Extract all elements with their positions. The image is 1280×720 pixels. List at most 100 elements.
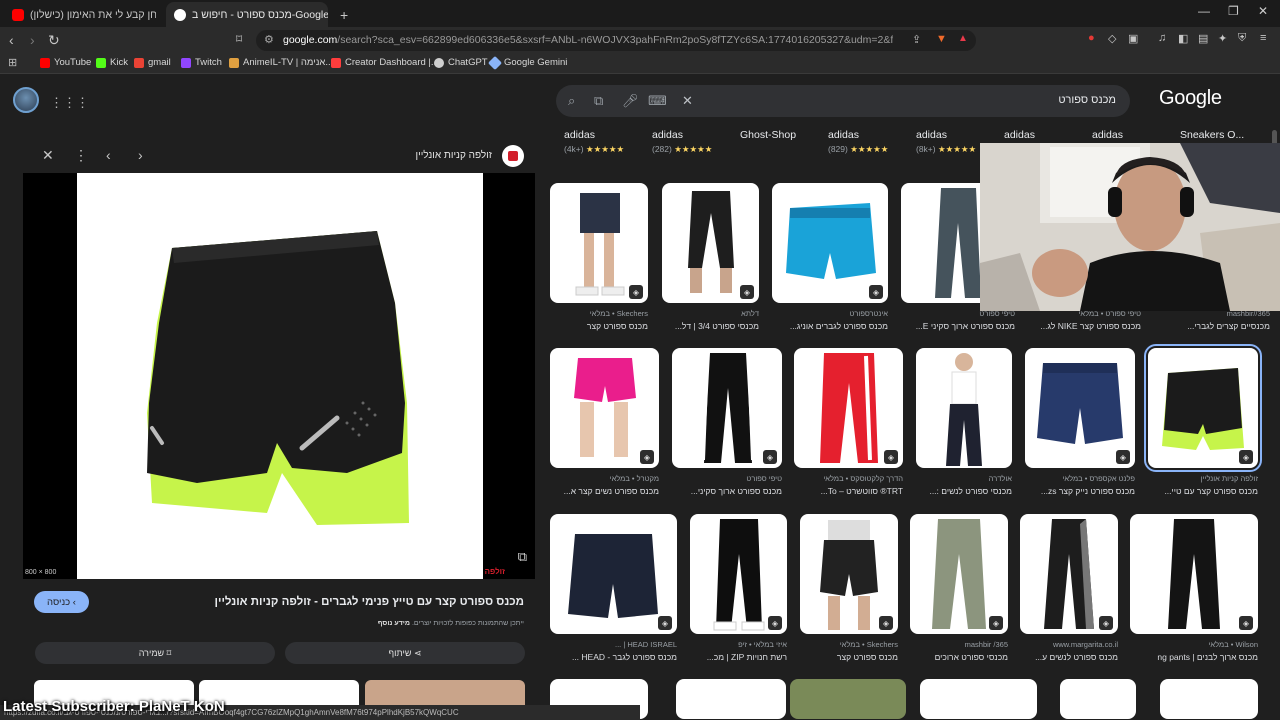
forward-icon[interactable]: › xyxy=(30,32,35,48)
sidebar-icon[interactable]: ◧ xyxy=(1178,32,1188,45)
bookmark-animeil[interactable]: AnimeIL-TV | אנימה... xyxy=(229,57,333,68)
leo-ai-icon[interactable]: ✦ xyxy=(1218,32,1227,45)
result-title[interactable]: מכנס ספורט ארוך סקיני... xyxy=(672,486,782,496)
brave-rewards-icon[interactable]: ▲ xyxy=(958,33,968,44)
microphone-icon[interactable]: 🎤︎ xyxy=(622,93,639,109)
result-thumbnail[interactable]: ◈ xyxy=(550,514,677,634)
minimize-icon[interactable]: — xyxy=(1198,4,1210,18)
lens-icon[interactable]: ⧉ xyxy=(594,93,603,109)
result-title[interactable]: מכנס ספורט ארוך סקיני E... xyxy=(901,321,1015,331)
result-thumbnail[interactable] xyxy=(676,679,786,719)
result-thumbnail[interactable] xyxy=(1160,679,1258,719)
result-card[interactable]: ◈ Skechers • במלאי מכנס ספורט קצר xyxy=(550,183,648,333)
result-card[interactable]: ◈ פלנט אקספרס • במלאי מכנס ספורט נייק קצ… xyxy=(1025,348,1135,498)
bookmark-youtube[interactable]: YouTube xyxy=(40,57,91,68)
result-card[interactable]: ◈ מקטרל • במלאי מכנס ספורט נשים קצר א... xyxy=(550,348,659,498)
result-thumbnail[interactable] xyxy=(916,348,1012,468)
preview-image[interactable]: 800 × 800 זולפה ⧉ xyxy=(23,173,535,579)
result-card[interactable]: ◈ Wilson • במלאי מכנס ארוך לבנים | ng pa… xyxy=(1130,514,1258,664)
result-title[interactable]: מכנס ספורט לנשים ע... xyxy=(1020,652,1118,662)
result-thumbnail[interactable] xyxy=(920,679,1037,719)
share-button[interactable]: שיתוף ⋖ xyxy=(285,642,525,664)
result-card[interactable]: ◈ הדרך קלקטוסקס • במלאי TRT® סווטשרט – T… xyxy=(794,348,903,498)
bookmark-gmail[interactable]: gmail xyxy=(134,57,171,68)
result-thumbnail[interactable]: ◈ xyxy=(1144,344,1262,472)
search-icon[interactable]: ⌕ xyxy=(568,93,575,109)
more-options-icon[interactable]: ⋮ xyxy=(74,147,88,164)
new-tab-button[interactable]: + xyxy=(332,2,352,27)
preview-title[interactable]: מכנס ספורט קצר עם טייץ פנימי לגברים - זו… xyxy=(215,596,525,608)
close-window-icon[interactable]: ✕ xyxy=(1258,4,1268,18)
result-title[interactable]: מכנסי ספורט ארוכים xyxy=(910,652,1008,662)
result-title[interactable]: מכנס ספורט קצר xyxy=(800,652,898,662)
result-thumbnail[interactable]: ◈ xyxy=(662,183,759,303)
learn-more-link[interactable]: מידע נוסף xyxy=(378,620,410,627)
result-card-selected[interactable]: ◈ זולפה קניות אונליין מכנס ספורט קצר עם … xyxy=(1144,344,1262,498)
preview-source-name[interactable]: זולפה קניות אונליין xyxy=(416,150,492,161)
filter-chip[interactable]: adidas (8k+) ★★★★★ xyxy=(916,129,976,163)
share-page-icon[interactable]: ⇪ xyxy=(912,33,921,46)
avatar[interactable] xyxy=(13,87,39,113)
reload-icon[interactable]: ↻ xyxy=(48,32,60,49)
url-text[interactable]: google.com/search?sca_esv=662899ed606336… xyxy=(283,34,893,46)
result-thumbnail[interactable]: ◈ xyxy=(690,514,787,634)
result-card[interactable] xyxy=(676,679,786,719)
omnibox[interactable]: ⚙ google.com/search?sca_esv=662899ed6063… xyxy=(256,30,976,51)
result-thumbnail[interactable]: ◈ xyxy=(910,514,1008,634)
result-card[interactable]: ◈ HEAD ISRAEL | ... מכנס ספורט לגבר - HE… xyxy=(550,514,677,664)
result-card[interactable]: ◈ Skechers • במלאי מכנס ספורט קצר xyxy=(800,514,898,664)
result-title[interactable]: מכנס ספורט נייק קצר zs... xyxy=(1025,486,1135,496)
google-logo[interactable]: Google xyxy=(1159,87,1222,110)
result-title[interactable]: מכנס ארוך לבנים | ng pants xyxy=(1130,652,1258,662)
result-card[interactable] xyxy=(790,679,906,719)
result-card[interactable] xyxy=(920,679,1037,719)
extension-icon[interactable]: ▣ xyxy=(1128,32,1138,45)
result-card[interactable]: ◈ אינטרספורט מכנס ספורט לגברים אוניג... xyxy=(772,183,888,333)
result-thumbnail[interactable]: ◈ xyxy=(550,183,648,303)
bookmark-kick[interactable]: Kick xyxy=(96,57,128,68)
result-title[interactable]: TRT® סווטשרט – To... xyxy=(794,486,903,496)
result-thumbnail[interactable]: ◈ xyxy=(550,348,659,468)
result-title[interactable]: מכנסי ספורט 3/4 | דל... xyxy=(662,321,759,331)
lens-search-icon[interactable]: ⧉ xyxy=(518,549,527,565)
result-card[interactable]: ◈ דלתא מכנסי ספורט 3/4 | דל... xyxy=(662,183,759,333)
result-card[interactable]: אולדרה מכנסי ספורט לנשים :... xyxy=(916,348,1012,498)
next-icon[interactable]: › xyxy=(138,147,143,163)
result-title[interactable]: מכנס ספורט קצר עם טיי... xyxy=(1148,486,1258,496)
media-icon[interactable]: ♫ xyxy=(1158,32,1166,44)
google-apps-icon[interactable]: ⋮⋮⋮ xyxy=(50,95,89,111)
bookmark-chatgpt[interactable]: ChatGPT xyxy=(434,57,488,68)
result-card[interactable] xyxy=(1160,679,1258,719)
search-input[interactable]: מכנס ספורט xyxy=(1058,94,1116,106)
result-thumbnail[interactable] xyxy=(790,679,906,719)
bookmark-gemini[interactable]: Google Gemini xyxy=(487,55,567,70)
previous-icon[interactable]: ‹ xyxy=(106,147,111,163)
extension-icon[interactable]: ◇ xyxy=(1108,32,1116,45)
search-box[interactable]: ⌕ ⧉ 🎤︎ ⌨ ✕ מכנס ספורט xyxy=(556,85,1130,117)
save-button[interactable]: שמירה ⌑ xyxy=(35,642,275,664)
maximize-icon[interactable]: ❐ xyxy=(1228,4,1239,18)
back-icon[interactable]: ‹ xyxy=(9,32,14,48)
tab-google-search[interactable]: מכנס ספורט - חיפוש ב-Google ✕ xyxy=(166,2,328,27)
result-card[interactable]: ◈ 365/ mashbir מכנסי ספורט ארוכים xyxy=(910,514,1008,664)
result-title[interactable]: מכנסי ספורט לנשים :... xyxy=(916,486,1012,496)
wallet-icon[interactable]: ▤ xyxy=(1198,32,1208,45)
filter-chip[interactable]: Ghost-Shop xyxy=(740,129,796,163)
visit-button[interactable]: כניסה ‹ xyxy=(34,591,89,613)
result-title[interactable]: מכנס ספורט קצר NIKE לג... xyxy=(1026,321,1141,331)
result-title[interactable]: רשת חנויות ZIP | מכ... xyxy=(690,652,787,662)
result-thumbnail[interactable]: ◈ xyxy=(1130,514,1258,634)
vpn-icon[interactable]: ⛨ xyxy=(1238,32,1246,45)
result-thumbnail[interactable]: ◈ xyxy=(794,348,903,468)
result-title[interactable]: מכנס ספורט לגברים אוניג... xyxy=(772,321,888,331)
result-title[interactable]: מכנסיים קצרים לגברי... xyxy=(1150,321,1270,331)
bookmark-creator-dashboard[interactable]: Creator Dashboard |... xyxy=(331,57,439,68)
result-thumbnail[interactable] xyxy=(1060,679,1136,719)
bookmark-icon[interactable]: ⌑ xyxy=(236,32,242,46)
result-title[interactable]: מכנס ספורט נשים קצר א... xyxy=(550,486,659,496)
site-info-icon[interactable]: ⚙ xyxy=(264,33,274,46)
result-thumbnail[interactable]: ◈ xyxy=(800,514,898,634)
bookmark-twitch[interactable]: Twitch xyxy=(181,57,222,68)
result-title[interactable]: מכנס ספורט לגבר - HEAD ... xyxy=(550,652,677,662)
filter-chip[interactable]: adidas (829) ★★★★★ xyxy=(828,129,888,163)
